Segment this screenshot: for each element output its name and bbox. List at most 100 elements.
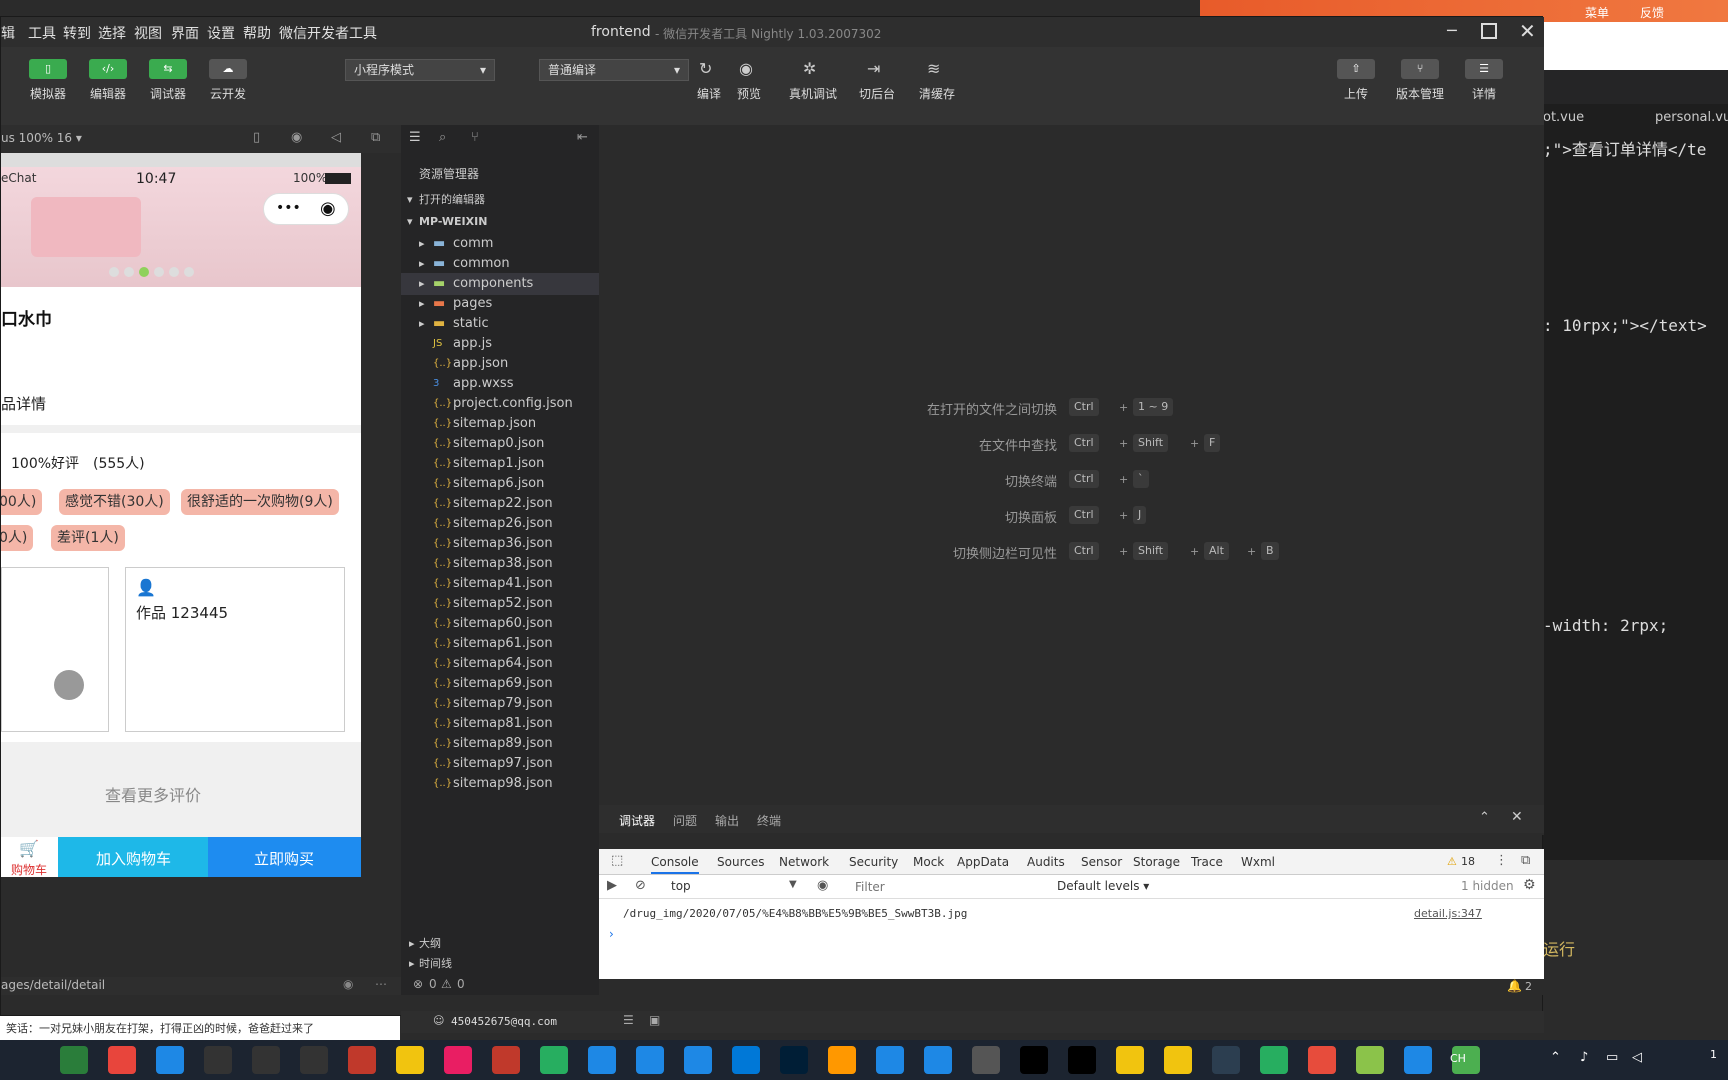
chevron-up-icon[interactable]: ⌃ bbox=[1479, 810, 1490, 825]
app-icon[interactable] bbox=[396, 1046, 424, 1074]
file-item[interactable]: {..} sitemap22.json bbox=[401, 493, 599, 515]
vscode-icon[interactable] bbox=[732, 1046, 760, 1074]
devtools-tab[interactable]: Sources bbox=[717, 855, 764, 869]
file-item[interactable]: {..} sitemap36.json bbox=[401, 533, 599, 555]
details-icon[interactable]: ☰ bbox=[1465, 59, 1503, 79]
clock[interactable]: 1 bbox=[1710, 1048, 1717, 1061]
app-icon[interactable] bbox=[1404, 1046, 1432, 1074]
menu-item[interactable]: 转到 bbox=[63, 23, 91, 43]
file-item[interactable]: {..} sitemap64.json bbox=[401, 653, 599, 675]
review-tag[interactable]: 0人) bbox=[1, 525, 34, 551]
vscode-icon[interactable] bbox=[540, 1046, 568, 1074]
devtools-tab[interactable]: Wxml bbox=[1241, 855, 1275, 869]
context-select[interactable]: top bbox=[671, 879, 691, 893]
file-item[interactable]: {..} sitemap97.json bbox=[401, 753, 599, 775]
word-icon[interactable] bbox=[876, 1046, 904, 1074]
compile-select[interactable]: 普通编译 ▾ bbox=[539, 59, 689, 81]
open-editors-section[interactable]: ▾ 打开的编辑器 bbox=[401, 189, 599, 211]
console-prompt-icon[interactable]: › bbox=[609, 927, 614, 941]
app-icon[interactable] bbox=[636, 1046, 664, 1074]
bg-feedback-link[interactable]: 反馈 bbox=[1640, 4, 1664, 21]
kebab-icon[interactable]: ⋮ bbox=[1495, 853, 1508, 868]
eye-icon[interactable]: ◉ bbox=[739, 59, 753, 78]
close-mini-icon[interactable]: ◉ bbox=[320, 198, 336, 219]
project-root[interactable]: ▾ MP-WEIXIN bbox=[401, 211, 599, 233]
editor-icon[interactable]: ‹/› bbox=[89, 59, 127, 79]
review-card[interactable] bbox=[1, 567, 109, 732]
user-account[interactable]: 450452675@qq.com bbox=[451, 1015, 557, 1028]
notes-icon[interactable] bbox=[348, 1046, 376, 1074]
devtools-tab[interactable]: Security bbox=[849, 855, 898, 869]
terminal-icon[interactable]: ▣ bbox=[649, 1013, 660, 1027]
filter-input[interactable] bbox=[851, 877, 1047, 897]
warning-badge[interactable]: 18 bbox=[1461, 855, 1475, 868]
list-icon[interactable]: ☰ bbox=[623, 1013, 634, 1027]
cloud-icon[interactable]: ☁ bbox=[209, 59, 247, 79]
app-icon[interactable] bbox=[1356, 1046, 1384, 1074]
panel-tab-problems[interactable]: 问题 bbox=[673, 812, 697, 829]
debugger-icon[interactable]: ⇆ bbox=[149, 59, 187, 79]
file-item[interactable]: {..} sitemap81.json bbox=[401, 713, 599, 735]
preview-label[interactable]: 预览 bbox=[719, 85, 779, 102]
menu-item[interactable]: 工具 bbox=[28, 23, 56, 43]
panel-tab-terminal[interactable]: 终端 bbox=[757, 812, 781, 829]
devtools-tab[interactable]: Sensor bbox=[1081, 855, 1122, 869]
branch-icon[interactable]: ⑂ bbox=[471, 130, 479, 145]
close-icon[interactable]: ✕ bbox=[1519, 19, 1536, 43]
menu-item[interactable]: 设置 bbox=[207, 23, 235, 43]
qq-browser-icon[interactable] bbox=[156, 1046, 184, 1074]
search-icon[interactable]: ⌕ bbox=[439, 130, 446, 145]
app-icon[interactable] bbox=[972, 1046, 1000, 1074]
devtools-tab[interactable]: Console bbox=[651, 855, 699, 874]
capsule-menu[interactable]: ••• ◉ bbox=[263, 193, 349, 225]
buy-now-button[interactable]: 立即购买 bbox=[208, 837, 361, 877]
more-icon[interactable]: ⋯ bbox=[375, 977, 387, 991]
pycharm-icon[interactable] bbox=[1212, 1046, 1240, 1074]
photoshop-icon[interactable] bbox=[780, 1046, 808, 1074]
devtools-tab[interactable]: Audits bbox=[1027, 855, 1065, 869]
file-item[interactable]: {..} sitemap6.json bbox=[401, 473, 599, 495]
menu-item[interactable]: 选择 bbox=[98, 23, 126, 43]
product-detail-link[interactable]: 品详情 bbox=[1, 393, 46, 414]
file-item[interactable]: {..} sitemap98.json bbox=[401, 773, 599, 795]
bg-tab[interactable]: personal.vue bbox=[1655, 110, 1728, 125]
file-item[interactable]: 3 app.wxss bbox=[401, 373, 599, 395]
mic-icon[interactable]: ♪ bbox=[1580, 1050, 1588, 1065]
timeline-section[interactable]: ▸ 时间线 bbox=[401, 953, 599, 975]
app-icon[interactable] bbox=[60, 1046, 88, 1074]
clear-console-icon[interactable]: ⊘ bbox=[635, 878, 646, 893]
panel-tab-output[interactable]: 输出 bbox=[715, 812, 739, 829]
window-icon[interactable]: ⧉ bbox=[371, 130, 380, 145]
qq-icon[interactable] bbox=[1068, 1046, 1096, 1074]
bell-icon[interactable]: 🔔 bbox=[1507, 979, 1522, 993]
devtools-tab[interactable]: Network bbox=[779, 855, 829, 869]
review-card[interactable]: 👤 作品 123445 bbox=[125, 567, 345, 732]
review-tag[interactable]: 感觉不错(30人) bbox=[59, 489, 170, 515]
volume-icon[interactable]: ◁ bbox=[1632, 1050, 1642, 1065]
terminal-icon[interactable] bbox=[204, 1046, 232, 1074]
menu-item[interactable]: 微信开发者工具 bbox=[279, 23, 377, 43]
terminal-icon[interactable] bbox=[252, 1046, 280, 1074]
app-icon[interactable] bbox=[1308, 1046, 1336, 1074]
file-item[interactable]: JS app.js bbox=[401, 333, 599, 355]
devtools-tab[interactable]: Trace bbox=[1191, 855, 1223, 869]
file-item[interactable]: {..} sitemap52.json bbox=[401, 593, 599, 615]
file-item[interactable]: {..} sitemap1.json bbox=[401, 453, 599, 475]
device-select[interactable]: us 100% 16 ▾ bbox=[1, 131, 82, 145]
review-tag[interactable]: 差评(1人) bbox=[51, 525, 125, 551]
details-label[interactable]: 详情 bbox=[1454, 85, 1514, 102]
file-item[interactable]: {..} sitemap38.json bbox=[401, 553, 599, 575]
list-icon[interactable]: ☰ bbox=[409, 130, 421, 145]
levels-select[interactable]: Default levels ▾ bbox=[1057, 879, 1149, 893]
file-item[interactable]: {..} sitemap60.json bbox=[401, 613, 599, 635]
chrome-icon[interactable] bbox=[108, 1046, 136, 1074]
menu-item[interactable]: 视图 bbox=[134, 23, 162, 43]
word-icon[interactable] bbox=[924, 1046, 952, 1074]
layers-icon[interactable]: ≋ bbox=[927, 59, 940, 78]
tray-up-icon[interactable]: ⌃ bbox=[1550, 1050, 1561, 1065]
upload-label[interactable]: 上传 bbox=[1326, 85, 1386, 102]
problem-counts[interactable]: ⊗ 0 ⚠ 0 bbox=[401, 975, 599, 995]
folder-item[interactable]: ▸ ▬ static bbox=[401, 313, 599, 335]
chevron-down-icon[interactable]: ▼ bbox=[789, 879, 797, 890]
version-icon[interactable]: ⑂ bbox=[1401, 59, 1439, 79]
